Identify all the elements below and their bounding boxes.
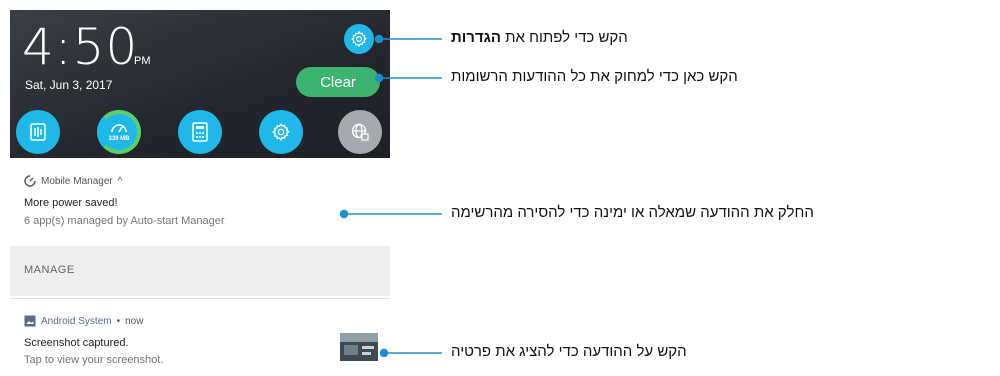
notification-title: Screenshot captured. [24, 337, 129, 349]
notification-action-bar: MANAGE [10, 246, 390, 296]
boost-ring [97, 110, 141, 154]
callout-settings-text: הקש כדי לפתוח את [505, 29, 628, 46]
notification-panel: 4:50 PM Sat, Jun 3, 2017 Clear 339 MB Mo… [10, 10, 390, 376]
date-label: Sat, Jun 3, 2017 [25, 78, 113, 92]
quick-setting-calculator[interactable] [178, 110, 222, 154]
image-icon [24, 315, 36, 327]
quick-setting-boost[interactable]: 339 MB [97, 110, 141, 154]
gear-icon [272, 122, 290, 142]
globe-network-icon [351, 123, 369, 141]
notification-title: More power saved! [24, 197, 118, 209]
notification-body: 6 app(s) managed by Auto-start Manager [24, 215, 225, 227]
quick-setting-sound[interactable] [16, 110, 60, 154]
sound-equalizer-icon [30, 123, 46, 141]
notification-body: Tap to view your screenshot. [24, 354, 164, 366]
quick-setting-network[interactable] [338, 110, 382, 154]
gear-icon [351, 30, 367, 48]
manage-button[interactable]: MANAGE [24, 264, 75, 276]
clear-all-button[interactable]: Clear [296, 67, 380, 97]
callout-swipe: החלק את ההודעה שמאלה או ימינה כדי להסירה… [451, 204, 814, 221]
notification-shade-header: 4:50 PM Sat, Jun 3, 2017 Clear 339 MB [10, 10, 390, 158]
settings-button[interactable] [344, 24, 374, 54]
screenshot-thumbnail[interactable] [340, 333, 378, 361]
notification-android-system[interactable]: Android System • now Screenshot captured… [10, 298, 390, 376]
notification-mobile-manager[interactable]: Mobile Manager ^ More power saved! 6 app… [10, 158, 390, 247]
boost-memory-label: 339 MB [108, 136, 130, 142]
calculator-icon [192, 122, 208, 142]
notification-app-row: Mobile Manager ^ [24, 175, 122, 187]
callout-settings-bold: הגדרות [451, 29, 501, 46]
notification-app-name: Android System [41, 315, 112, 327]
notification-app-name: Mobile Manager [41, 175, 113, 187]
quick-setting-settings[interactable] [259, 110, 303, 154]
notification-app-row: Android System • now [24, 315, 143, 327]
clock-ampm: PM [134, 55, 151, 67]
callout-settings: הקש כדי לפתוח את הגדרות [451, 29, 628, 46]
notification-separator: • [116, 315, 121, 327]
chevron-up-icon[interactable]: ^ [118, 176, 123, 187]
clock-time: 4:50 [22, 18, 139, 76]
callout-clear: הקש כאן כדי למחוק את כל ההודעות הרשומות [451, 68, 738, 85]
notification-time: now [125, 315, 144, 327]
callout-tap: הקש על ההודעה כדי להציג את פרטיה [451, 343, 687, 360]
mobile-manager-icon [24, 175, 36, 187]
